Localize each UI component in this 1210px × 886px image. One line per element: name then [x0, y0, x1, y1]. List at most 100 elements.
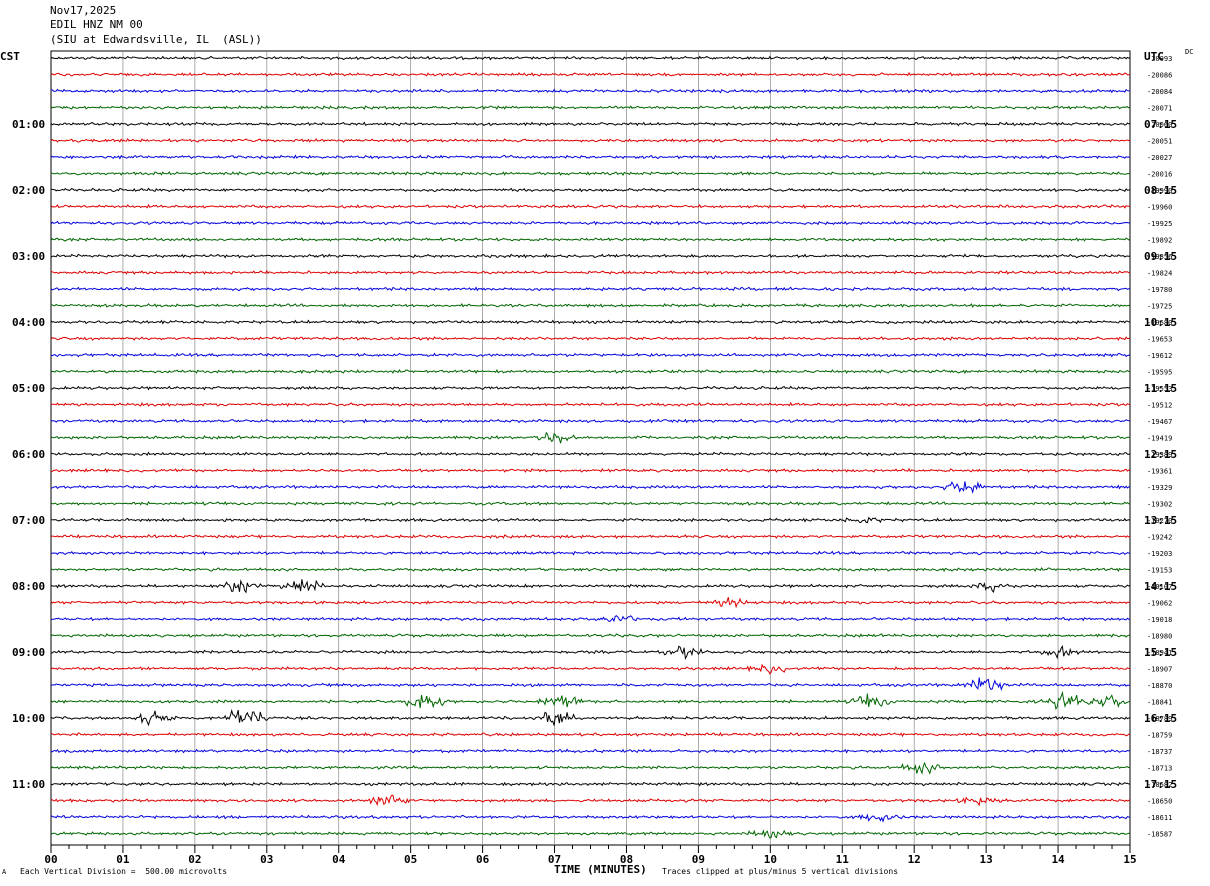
seismic-trace	[50, 418, 1131, 424]
x-tick-label: 13	[980, 853, 993, 866]
seismic-trace	[50, 516, 1131, 524]
x-axis-title: TIME (MINUTES)	[554, 863, 647, 876]
seismic-trace	[50, 731, 1131, 738]
seismic-trace	[50, 663, 1131, 675]
cst-hour-label: 07:00	[12, 514, 45, 527]
seismic-trace	[50, 708, 1131, 727]
seismic-trace	[50, 385, 1130, 391]
cst-hour-label: 04:00	[12, 316, 45, 329]
seismic-trace	[50, 137, 1131, 143]
dc-offset-label: -18737	[1147, 748, 1172, 756]
seismic-trace	[50, 319, 1131, 325]
seismic-trace	[50, 187, 1131, 193]
dc-offset-label: -20016	[1147, 171, 1172, 179]
clip-note: Traces clipped at plus/minus 5 vertical …	[662, 867, 899, 876]
seismic-trace	[50, 451, 1131, 457]
dc-offset-label: -18980	[1147, 633, 1172, 641]
seismic-trace	[50, 615, 1130, 623]
seismic-trace	[50, 401, 1131, 407]
x-tick-label: 10	[764, 853, 777, 866]
dc-offset-label: -19780	[1147, 286, 1172, 294]
seismic-trace	[50, 480, 1131, 495]
dc-offset-label: -18587	[1147, 831, 1172, 839]
seismic-trace	[51, 550, 1131, 556]
seismic-trace	[50, 597, 1131, 609]
dc-offset-label: -19302	[1147, 501, 1172, 509]
seismic-trace	[50, 220, 1131, 226]
x-tick-label: 05	[404, 853, 417, 866]
seismic-trace	[50, 105, 1131, 111]
seismic-trace	[50, 352, 1131, 358]
dc-offset-label: -19653	[1147, 336, 1172, 344]
dc-offset-label: -18611	[1147, 814, 1172, 822]
utc-hour-label: 15:15	[1144, 646, 1177, 659]
x-tick-label: 02	[188, 853, 201, 866]
dc-offset-label: -19467	[1147, 418, 1172, 426]
dc-offset-label: -19612	[1147, 352, 1172, 360]
x-tick-label: 00	[44, 853, 57, 866]
cst-hour-label: 10:00	[12, 712, 45, 725]
seismic-trace	[50, 286, 1131, 292]
utc-hour-label: 09:15	[1144, 250, 1177, 263]
cst-hour-label: 03:00	[12, 250, 45, 263]
plot-frame	[50, 50, 1131, 846]
seismic-trace	[50, 567, 1131, 573]
utc-hour-label: 10:15	[1144, 316, 1177, 329]
seismic-trace	[50, 644, 1131, 660]
dc-offset-label: -18650	[1147, 798, 1172, 806]
cst-hour-label: 09:00	[12, 646, 45, 659]
dc-offset-label: -20093	[1147, 55, 1172, 63]
seismic-trace	[50, 579, 1131, 594]
utc-hour-label: 11:15	[1144, 382, 1177, 395]
dc-offset-label: -19725	[1147, 303, 1172, 311]
seismic-trace	[50, 761, 1131, 775]
dc-offset-label: -18907	[1147, 666, 1172, 674]
dc-offset-label: -19361	[1147, 468, 1172, 476]
cst-hour-label: 11:00	[12, 778, 45, 791]
dc-offset-label: -19062	[1147, 600, 1172, 608]
seismic-trace	[50, 88, 1131, 94]
utc-hour-label: 14:15	[1144, 580, 1177, 593]
seismic-trace	[50, 748, 1131, 754]
utc-hour-label: 17:15	[1144, 778, 1177, 791]
seismic-trace	[50, 336, 1131, 342]
seismic-trace	[50, 269, 1131, 275]
x-tick-label: 14	[1051, 853, 1065, 866]
seismic-trace	[50, 781, 1131, 787]
dc-offset-label: -20027	[1147, 154, 1172, 162]
dc-offset-label: -19892	[1147, 237, 1172, 245]
seismic-trace	[50, 237, 1131, 243]
utc-hour-label: 16:15	[1144, 712, 1177, 725]
utc-hour-label: 12:15	[1144, 448, 1177, 461]
helicorder-chart: -20093-20086-20084-20071-20060-20051-200…	[12, 50, 1177, 866]
seismic-trace	[50, 677, 1131, 692]
dc-offset-label: -19595	[1147, 369, 1172, 377]
x-tick-label: 12	[908, 853, 921, 866]
dc-offset-label: -19329	[1147, 484, 1172, 492]
cst-hour-label: 05:00	[12, 382, 45, 395]
seismic-trace	[50, 633, 1131, 639]
dc-offset-label: -19203	[1147, 550, 1172, 558]
dc-offset-label: -18713	[1147, 765, 1172, 773]
dc-offset-label: -20086	[1147, 72, 1172, 80]
seismic-trace	[50, 203, 1131, 210]
seismic-trace	[50, 369, 1131, 375]
dc-offset-label: -20071	[1147, 105, 1172, 113]
x-tick-label: 11	[836, 853, 850, 866]
seismic-trace	[50, 121, 1130, 127]
dc-offset-label: -19824	[1147, 270, 1172, 278]
cst-hour-label: 08:00	[12, 580, 45, 593]
seismic-trace	[50, 302, 1131, 309]
dc-offset-label: -19018	[1147, 616, 1172, 624]
dc-offset-label: -19242	[1147, 534, 1172, 542]
utc-hour-label: 08:15	[1144, 184, 1177, 197]
utc-hour-label: 07:15	[1144, 118, 1177, 131]
x-tick-label: 04	[332, 853, 346, 866]
corner-mark: A	[2, 868, 7, 876]
dc-offset-label: -18841	[1147, 699, 1172, 707]
cst-hour-label: 02:00	[12, 184, 45, 197]
x-tick-label: 15	[1123, 853, 1136, 866]
dc-offset-label: -18759	[1147, 732, 1172, 740]
seismic-trace	[50, 690, 1131, 710]
seismic-trace	[50, 467, 1131, 474]
